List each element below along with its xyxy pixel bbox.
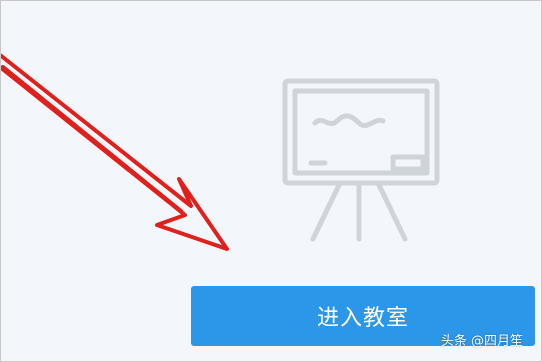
classroom-panel: 进入教室 头条 @四月笙 (0, 0, 542, 362)
enter-classroom-label: 进入教室 (316, 306, 409, 331)
watermark-text: 头条 @四月笙 (440, 334, 523, 349)
whiteboard-easel-icon (282, 78, 440, 242)
red-arrow-annotation (1, 53, 229, 251)
